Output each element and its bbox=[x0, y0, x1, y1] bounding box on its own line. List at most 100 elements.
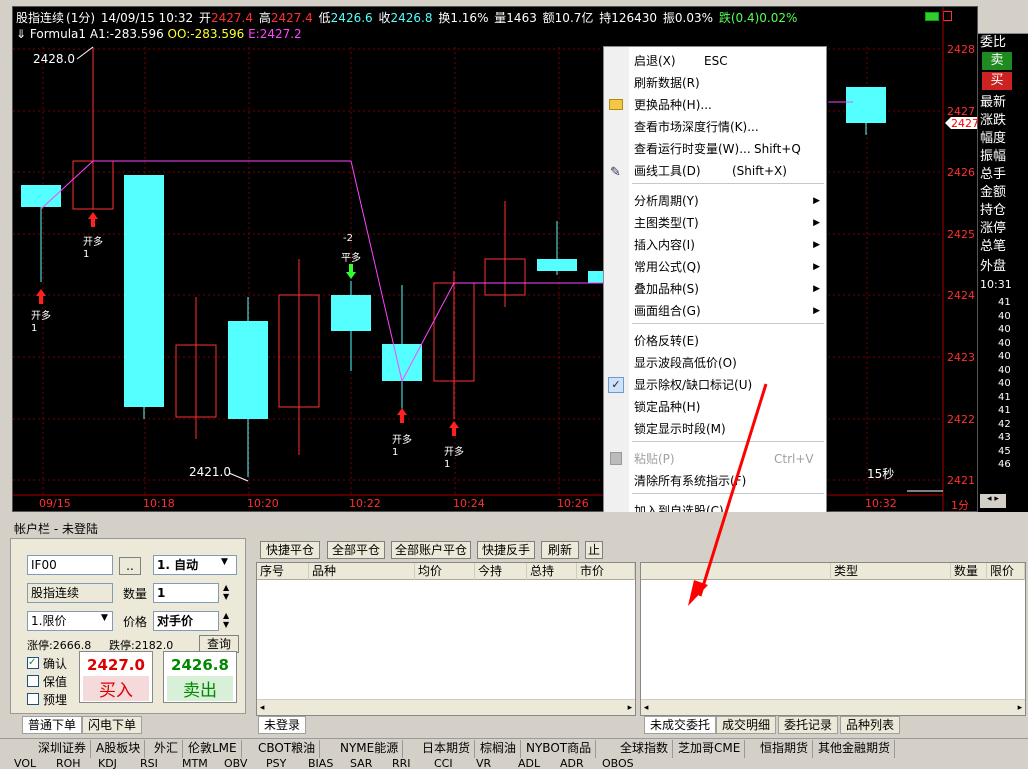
qty-input[interactable]: 1 bbox=[153, 583, 219, 603]
indicator-tab[interactable]: RRI bbox=[392, 759, 411, 769]
menu-item[interactable]: 画线工具(D) (Shift+X) ✎ bbox=[604, 160, 826, 182]
indicator-tab[interactable]: KDJ bbox=[98, 759, 117, 769]
col-header[interactable]: 限价 bbox=[987, 563, 1025, 580]
menu-item[interactable]: 清除所有系统指示(F) bbox=[604, 470, 826, 492]
tab-not-logged[interactable]: 未登录 bbox=[258, 716, 307, 734]
close-all-button[interactable]: 全部平仓 bbox=[327, 541, 385, 559]
hedge-checkbox[interactable] bbox=[27, 675, 39, 687]
col-header[interactable]: 市价 bbox=[577, 563, 635, 580]
menu-item[interactable]: 显示除权/缺口标记(U) ✓ bbox=[604, 374, 826, 396]
menu-item[interactable]: 叠加品种(S) ▶ bbox=[604, 278, 826, 300]
menu-item[interactable]: 常用公式(Q) ▶ bbox=[604, 256, 826, 278]
tab-symbol-list[interactable]: 品种列表 bbox=[840, 716, 901, 734]
preorder-checkbox[interactable] bbox=[27, 693, 39, 705]
tab-order-history[interactable]: 委托记录 bbox=[778, 716, 839, 734]
tab-open-orders[interactable]: 未成交委托 bbox=[644, 716, 717, 734]
signal-num: -2 bbox=[343, 233, 353, 244]
col-header[interactable]: 数量 bbox=[951, 563, 987, 580]
horizontal-scrollbar[interactable]: ◂ ▸ bbox=[257, 699, 635, 715]
indicator-tab[interactable]: OBV bbox=[224, 759, 247, 769]
tab-flash-order[interactable]: 闪电下单 bbox=[82, 716, 143, 734]
indicator-tab[interactable]: ADL bbox=[518, 759, 540, 769]
menu-item[interactable]: 插入内容(I) ▶ bbox=[604, 234, 826, 256]
tick-value: 41 bbox=[998, 391, 1011, 403]
menu-item[interactable]: 锁定品种(H) bbox=[604, 396, 826, 418]
quote-label: 最新 bbox=[980, 95, 1007, 110]
menu-item-label: 启退(X) bbox=[634, 54, 676, 68]
qty-stepper[interactable]: ▲ ▼ bbox=[223, 583, 229, 601]
indicator-tab[interactable]: MTM bbox=[182, 759, 208, 769]
account-title: 帐户栏 - 未登陆 bbox=[14, 522, 98, 536]
market-tab[interactable]: 深圳证券 bbox=[34, 740, 92, 758]
sell-button[interactable]: 2426.8 卖出 bbox=[163, 651, 237, 703]
menu-item[interactable]: 查看市场深度行情(K)... bbox=[604, 116, 826, 138]
close-all-accounts-button[interactable]: 全部账户平仓 bbox=[391, 541, 471, 559]
indicator-tab[interactable]: PSY bbox=[266, 759, 286, 769]
tab-fills[interactable]: 成交明细 bbox=[716, 716, 777, 734]
price-input[interactable]: 对手价 bbox=[153, 611, 219, 631]
tab-normal-order[interactable]: 普通下单 bbox=[22, 716, 83, 734]
menu-item[interactable]: 粘贴(P) Ctrl+V bbox=[604, 448, 826, 470]
buy-button[interactable]: 2427.0 买入 bbox=[79, 651, 153, 703]
menu-item[interactable]: 启退(X) ESC bbox=[604, 50, 826, 72]
indicator-tab[interactable]: VOL bbox=[14, 759, 36, 769]
indicator-tab[interactable]: SAR bbox=[350, 759, 372, 769]
market-tab[interactable]: 全球指数 bbox=[616, 740, 674, 758]
indicator-tab[interactable]: ADR bbox=[560, 759, 584, 769]
market-tab[interactable]: A股板块 bbox=[92, 740, 146, 758]
refresh-button[interactable]: 刷新 bbox=[541, 541, 579, 559]
menu-item[interactable]: 刷新数据(R) bbox=[604, 72, 826, 94]
price-tick: 2425 bbox=[947, 228, 975, 241]
quick-reverse-button[interactable]: 快捷反手 bbox=[477, 541, 535, 559]
col-header[interactable]: 类型 bbox=[831, 563, 951, 580]
kline-chart[interactable]: 股指连续 (1分) 14/09/15 10:32 开2427.4 高2427.4 … bbox=[12, 6, 979, 513]
market-tab[interactable]: 日本期货 bbox=[418, 740, 476, 758]
col-header[interactable]: 均价 bbox=[415, 563, 475, 580]
menu-item[interactable]: 价格反转(E) bbox=[604, 330, 826, 352]
price-stepper[interactable]: ▲ ▼ bbox=[223, 611, 229, 629]
col-header[interactable]: 品种 bbox=[309, 563, 415, 580]
market-tab[interactable]: NYME能源 bbox=[336, 740, 404, 758]
tick-value: 40 bbox=[998, 337, 1011, 349]
indicator-tab[interactable]: ROH bbox=[56, 759, 81, 769]
quote-label: 幅度 bbox=[980, 131, 1007, 146]
market-tab[interactable]: 其他金融期货 bbox=[814, 740, 896, 758]
indicator-tabs: VOL ROH KDJ RSI MTM OBV PSY BIAS SAR RRI CCI VR ADL A… bbox=[0, 759, 1028, 769]
menu-item[interactable]: 更换品种(H)... bbox=[604, 94, 826, 116]
scroll-buttons[interactable]: ◂ ▸ bbox=[980, 494, 1006, 508]
price-tick: 2424 bbox=[947, 289, 975, 302]
indicator-tab[interactable]: OBOS bbox=[602, 759, 634, 769]
indicator-tab[interactable]: CCI bbox=[434, 759, 453, 769]
market-tab[interactable]: CBOT粮油 bbox=[254, 740, 321, 758]
market-tab[interactable]: 棕榈油 bbox=[476, 740, 522, 758]
market-tab[interactable]: NYBOT商品 bbox=[522, 740, 597, 758]
confirm-checkbox[interactable]: ✓ bbox=[27, 657, 39, 669]
col-header[interactable]: 今持 bbox=[475, 563, 527, 580]
col-header[interactable]: 序号 bbox=[257, 563, 309, 580]
indicator-tab[interactable]: VR bbox=[476, 759, 491, 769]
candle bbox=[846, 87, 886, 123]
menu-item[interactable]: 分析周期(Y) ▶ bbox=[604, 190, 826, 212]
browse-button[interactable]: .. bbox=[119, 557, 141, 575]
menu-item[interactable]: 锁定显示时段(M) bbox=[604, 418, 826, 440]
menu-item[interactable]: 主图类型(T) ▶ bbox=[604, 212, 826, 234]
period-button[interactable]: 1分 bbox=[951, 497, 969, 513]
indicator-tab[interactable]: BIAS bbox=[308, 759, 333, 769]
stop-button[interactable]: 止 bbox=[585, 541, 603, 559]
horizontal-scrollbar[interactable]: ◂ ▸ bbox=[641, 699, 1025, 715]
market-tab[interactable]: 恒指期货 bbox=[756, 740, 814, 758]
menu-item[interactable]: 查看运行时变量(W)... Shift+Q bbox=[604, 138, 826, 160]
menu-item[interactable]: 画面组合(G) ▶ bbox=[604, 300, 826, 322]
time-tick: 10:24 bbox=[453, 497, 485, 510]
menu-item[interactable]: 显示波段高低价(O) bbox=[604, 352, 826, 374]
market-tab[interactable]: 芝加哥CME bbox=[674, 740, 746, 758]
market-tab[interactable]: 伦敦LME bbox=[184, 740, 242, 758]
code-input[interactable]: IF00 bbox=[27, 555, 113, 575]
market-tab[interactable]: 外汇 bbox=[150, 740, 184, 758]
chevron-down-icon[interactable]: ▼ bbox=[221, 557, 228, 567]
indicator-tab[interactable]: RSI bbox=[140, 759, 158, 769]
quote-label: 涨跌 bbox=[980, 113, 1007, 128]
chevron-down-icon[interactable]: ▼ bbox=[101, 613, 108, 623]
col-header[interactable]: 总持 bbox=[527, 563, 577, 580]
quick-close-button[interactable]: 快捷平仓 bbox=[260, 541, 320, 559]
